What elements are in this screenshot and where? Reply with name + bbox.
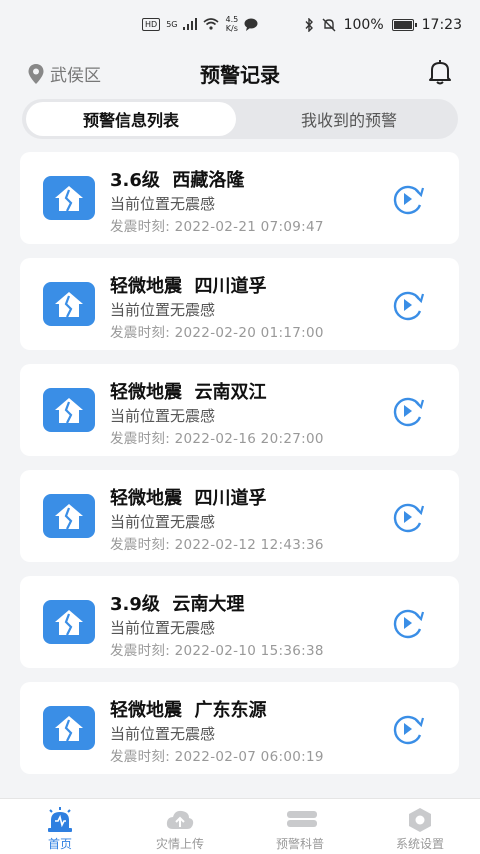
- replay-icon[interactable]: [390, 501, 426, 533]
- record-status: 当前位置无震感: [110, 619, 216, 637]
- record-time: 发震时刻: 2022-02-07 06:00:19: [110, 749, 324, 765]
- earthquake-house-icon: [43, 176, 95, 220]
- record-card[interactable]: 3.9级 云南大理 当前位置无震感 发震时刻: 2022-02-10 15:36…: [20, 576, 459, 668]
- record-card[interactable]: 3.6级 西藏洛隆 当前位置无震感 发震时刻: 2022-02-21 07:09…: [20, 152, 459, 244]
- record-card[interactable]: 轻微地震 云南双江 当前位置无震感 发震时刻: 2022-02-16 20:27…: [20, 364, 459, 456]
- record-title: 3.6级 西藏洛隆: [110, 170, 245, 191]
- record-title: 轻微地震 四川道孚: [110, 488, 267, 509]
- replay-icon[interactable]: [390, 183, 426, 215]
- clock: 17:23: [421, 17, 462, 33]
- record-title: 3.9级 云南大理: [110, 594, 245, 615]
- notification-button[interactable]: [426, 58, 454, 90]
- tab-home[interactable]: 首页: [0, 799, 120, 854]
- tab-science[interactable]: 预警科普: [240, 799, 360, 854]
- replay-icon[interactable]: [390, 713, 426, 745]
- record-title: 轻微地震 四川道孚: [110, 276, 267, 297]
- record-time: 发震时刻: 2022-02-20 01:17:00: [110, 325, 324, 341]
- tab-upload-label: 灾情上传: [155, 837, 204, 851]
- net-speed-value: 4.5: [225, 15, 239, 24]
- bottom-tab-bar: 首页 灾情上传 预警科普 系统设置: [0, 798, 480, 854]
- record-status: 当前位置无震感: [110, 195, 216, 213]
- net-speed: 4.5 K/s: [225, 15, 238, 33]
- record-status: 当前位置无震感: [110, 301, 216, 319]
- record-title: 轻微地震 云南双江: [110, 382, 267, 403]
- status-bar-right: 100% 17:23: [304, 17, 462, 33]
- earthquake-house-icon: [43, 600, 95, 644]
- record-status: 当前位置无震感: [110, 725, 216, 743]
- status-bar-left: HD 5G 4.5 K/s: [142, 15, 258, 33]
- record-title: 轻微地震 广东东源: [110, 700, 267, 721]
- message-icon: [244, 18, 258, 31]
- battery-percent: 100%: [343, 17, 384, 33]
- status-bar: HD 5G 4.5 K/s 100% 17:23: [0, 0, 480, 50]
- earthquake-house-icon: [43, 388, 95, 432]
- tab-upload[interactable]: 灾情上传: [120, 799, 240, 854]
- replay-icon[interactable]: [390, 289, 426, 321]
- alarm-home-icon: [48, 807, 72, 832]
- record-time: 发震时刻: 2022-02-12 12:43:36: [110, 537, 324, 553]
- mute-bell-icon: [322, 18, 336, 32]
- wifi-icon: [203, 18, 220, 30]
- tab-science-label: 预警科普: [275, 837, 324, 851]
- page-title: 预警记录: [200, 63, 280, 87]
- book-icon: [287, 811, 317, 827]
- earthquake-house-icon: [43, 282, 95, 326]
- record-card[interactable]: 轻微地震 四川道孚 当前位置无震感 发震时刻: 2022-02-12 12:43…: [20, 470, 459, 562]
- record-time: 发震时刻: 2022-02-21 07:09:47: [110, 219, 324, 235]
- cloud-upload-icon: [166, 810, 194, 829]
- tab-home-label: 首页: [47, 837, 72, 851]
- record-time: 发震时刻: 2022-02-10 15:36:38: [110, 643, 324, 659]
- replay-icon[interactable]: [390, 607, 426, 639]
- bell-icon: [429, 60, 451, 85]
- record-status: 当前位置无震感: [110, 513, 216, 531]
- earthquake-house-icon: [43, 494, 95, 538]
- signal-icon: [183, 18, 198, 30]
- tab-settings-label: 系统设置: [395, 837, 444, 851]
- segment-control: 预警信息列表 我收到的预警: [22, 99, 458, 139]
- record-card[interactable]: 轻微地震 广东东源 当前位置无震感 发震时刻: 2022-02-07 06:00…: [20, 682, 459, 774]
- replay-icon[interactable]: [390, 395, 426, 427]
- header: 武侯区 预警记录: [0, 50, 480, 94]
- tab-settings[interactable]: 系统设置: [360, 799, 480, 854]
- record-time: 发震时刻: 2022-02-16 20:27:00: [110, 431, 324, 447]
- net-speed-unit: K/s: [225, 24, 238, 33]
- tab-received-warnings[interactable]: 我收到的预警: [244, 102, 454, 136]
- bluetooth-icon: [305, 18, 313, 32]
- network-type: 5G: [166, 19, 178, 29]
- settings-hexagon-icon: [409, 808, 431, 832]
- earthquake-house-icon: [43, 706, 95, 750]
- record-status: 当前位置无震感: [110, 407, 216, 425]
- battery-icon: [391, 19, 417, 31]
- record-card[interactable]: 轻微地震 四川道孚 当前位置无震感 发震时刻: 2022-02-20 01:17…: [20, 258, 459, 350]
- tab-warning-list[interactable]: 预警信息列表: [26, 102, 236, 136]
- hd-icon: HD: [142, 17, 161, 31]
